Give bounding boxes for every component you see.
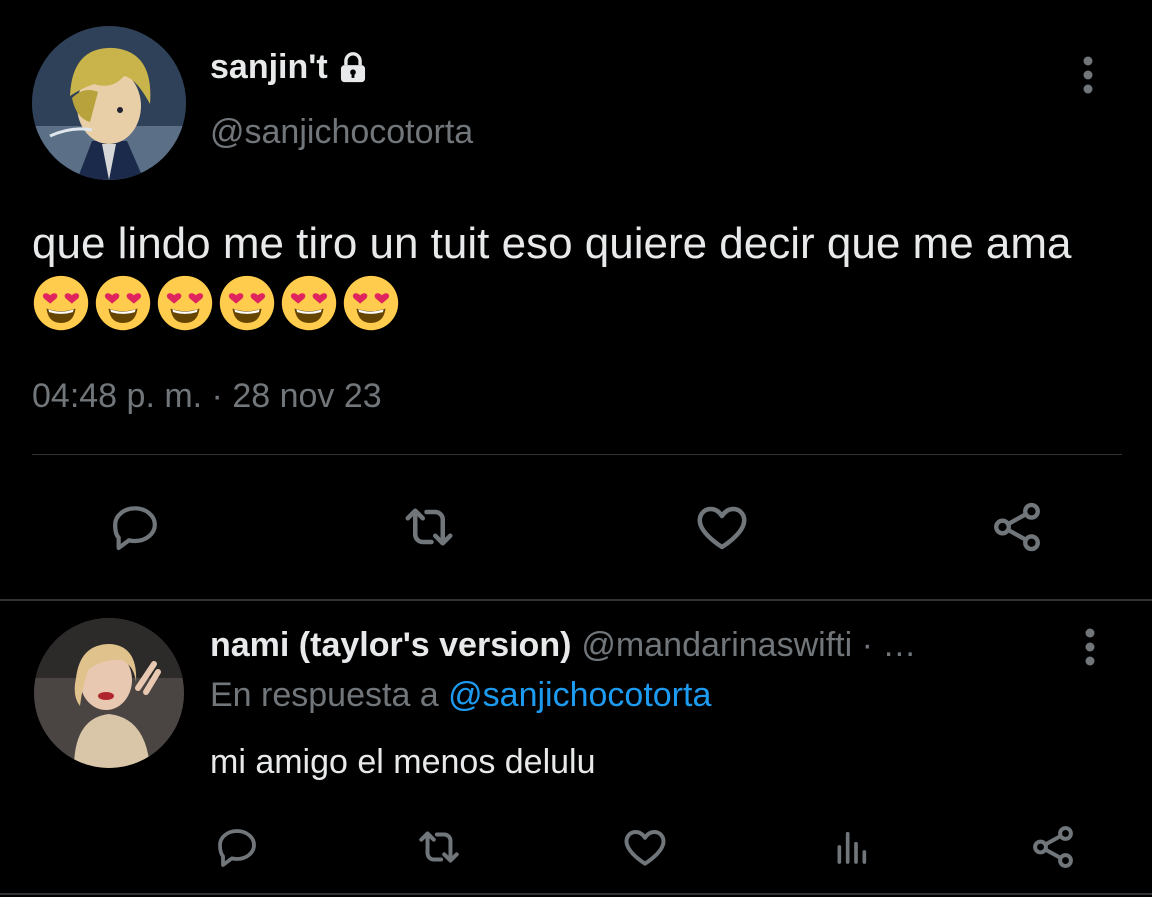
tweet-text-content: que lindo me tiro un tuit eso quiere dec… bbox=[32, 219, 1072, 268]
heart-eyes-emoji bbox=[157, 275, 213, 331]
reply-text: mi amigo el menos delulu bbox=[210, 743, 596, 781]
heart-eyes-emoji bbox=[281, 275, 337, 331]
reply-author-avatar[interactable] bbox=[34, 618, 184, 768]
lock-icon bbox=[336, 51, 370, 85]
author-display-name[interactable]: sanjin't bbox=[210, 48, 328, 87]
heart-eyes-emoji bbox=[343, 275, 399, 331]
bottom-divider bbox=[0, 893, 1152, 895]
tweet-text: que lindo me tiro un tuit eso quiere dec… bbox=[32, 214, 1122, 336]
retweet-icon bbox=[419, 831, 459, 863]
reply-author-handle[interactable]: @mandarinaswifti · … bbox=[581, 626, 916, 665]
more-options-button[interactable] bbox=[1068, 52, 1108, 98]
reply-share-button[interactable] bbox=[1028, 822, 1078, 872]
reply-retweet-button[interactable] bbox=[414, 822, 464, 872]
reply-icon bbox=[218, 829, 256, 867]
avatar-illustration bbox=[32, 26, 186, 180]
reply-button[interactable] bbox=[104, 496, 166, 558]
retweet-icon bbox=[405, 508, 453, 546]
reply-more-options-button[interactable] bbox=[1070, 624, 1110, 670]
replying-to-line: En respuesta a @sanjichocotorta bbox=[210, 676, 711, 715]
like-button[interactable] bbox=[691, 496, 753, 558]
author-handle[interactable]: @sanjichocotorta bbox=[210, 113, 473, 152]
reply-icon bbox=[113, 506, 157, 551]
reply-like-button[interactable] bbox=[620, 822, 670, 872]
section-divider bbox=[0, 599, 1152, 601]
reply-reply-button[interactable] bbox=[212, 822, 262, 872]
analytics-icon bbox=[837, 831, 867, 864]
divider bbox=[32, 454, 1122, 455]
reply-author-display-name[interactable]: nami (taylor's version) bbox=[210, 626, 571, 665]
heart-eyes-emoji bbox=[95, 275, 151, 331]
more-vertical-icon bbox=[1083, 56, 1093, 94]
reply-views-button[interactable] bbox=[826, 822, 876, 872]
retweet-button[interactable] bbox=[398, 496, 460, 558]
heart-eyes-emoji bbox=[219, 275, 275, 331]
replying-to-mention[interactable]: @sanjichocotorta bbox=[448, 676, 711, 714]
share-button[interactable] bbox=[986, 496, 1048, 558]
heart-icon bbox=[624, 830, 666, 866]
replying-to-prefix: En respuesta a bbox=[210, 676, 439, 714]
heart-eyes-emoji bbox=[33, 275, 89, 331]
more-vertical-icon bbox=[1085, 628, 1095, 666]
heart-icon bbox=[697, 506, 747, 550]
avatar-photo bbox=[34, 618, 184, 768]
share-icon bbox=[994, 502, 1040, 552]
share-icon bbox=[1033, 826, 1073, 868]
emoji-row bbox=[32, 275, 404, 331]
tweet-timestamp[interactable]: 04:48 p. m. · 28 nov 23 bbox=[32, 377, 382, 416]
author-avatar[interactable] bbox=[32, 26, 186, 180]
